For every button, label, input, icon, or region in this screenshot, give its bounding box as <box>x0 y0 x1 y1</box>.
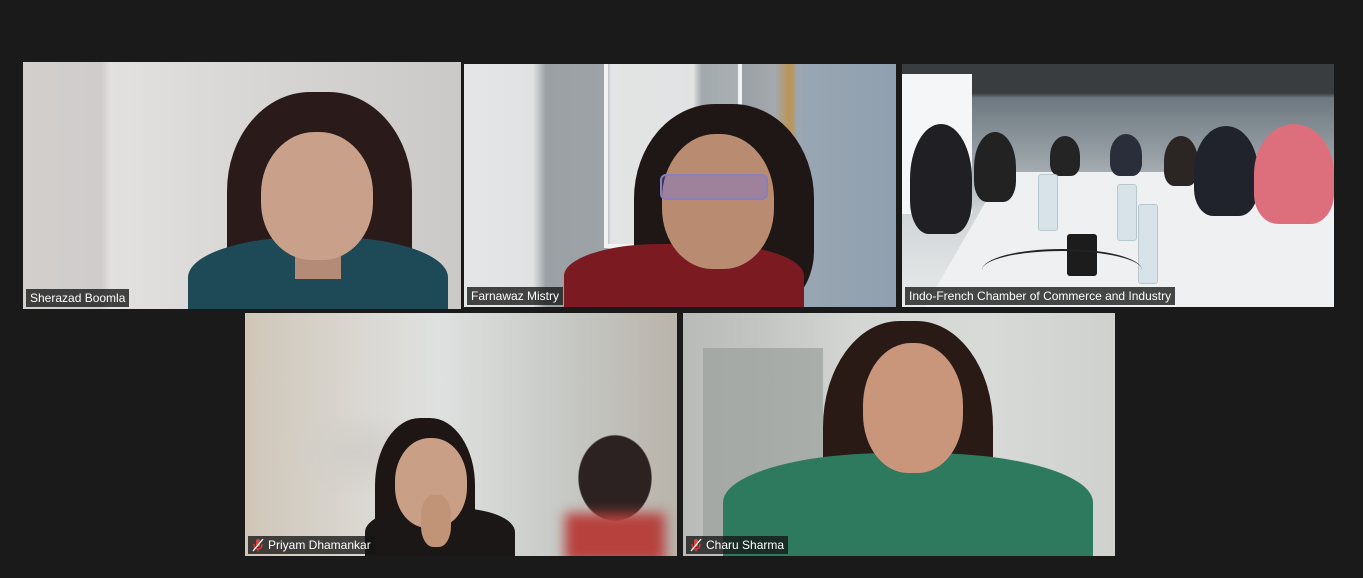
participant-name: Sherazad Boomla <box>30 291 126 305</box>
participant-video <box>23 62 461 309</box>
microphone-muted-icon <box>252 538 264 552</box>
video-tile-charu-sharma[interactable]: Charu Sharma <box>683 313 1115 556</box>
participant-video <box>902 64 1334 307</box>
participant-name-tag: Farnawaz Mistry <box>467 287 564 305</box>
video-gallery: Sherazad Boomla Farnawaz Mistry Indo-Fre… <box>0 0 1363 578</box>
video-tile-sherazad-boomla[interactable]: Sherazad Boomla <box>23 62 461 309</box>
video-tile-farnawaz-mistry[interactable]: Farnawaz Mistry <box>464 64 896 307</box>
participant-name: Indo-French Chamber of Commerce and Indu… <box>909 289 1172 303</box>
participant-name: Priyam Dhamankar <box>268 538 371 552</box>
microphone-muted-icon <box>690 538 702 552</box>
video-tile-priyam-dhamankar[interactable]: Priyam Dhamankar <box>245 313 677 556</box>
video-tile-indo-french-chamber[interactable]: Indo-French Chamber of Commerce and Indu… <box>902 64 1334 307</box>
participant-name-tag: Priyam Dhamankar <box>248 536 375 554</box>
participant-video <box>464 64 896 307</box>
participant-name-tag: Indo-French Chamber of Commerce and Indu… <box>905 287 1176 305</box>
participant-name-tag: Sherazad Boomla <box>26 289 130 307</box>
participant-name-tag: Charu Sharma <box>686 536 789 554</box>
participant-name: Farnawaz Mistry <box>471 289 560 303</box>
participant-video <box>245 313 677 556</box>
participant-name: Charu Sharma <box>706 538 785 552</box>
participant-video <box>683 313 1115 556</box>
